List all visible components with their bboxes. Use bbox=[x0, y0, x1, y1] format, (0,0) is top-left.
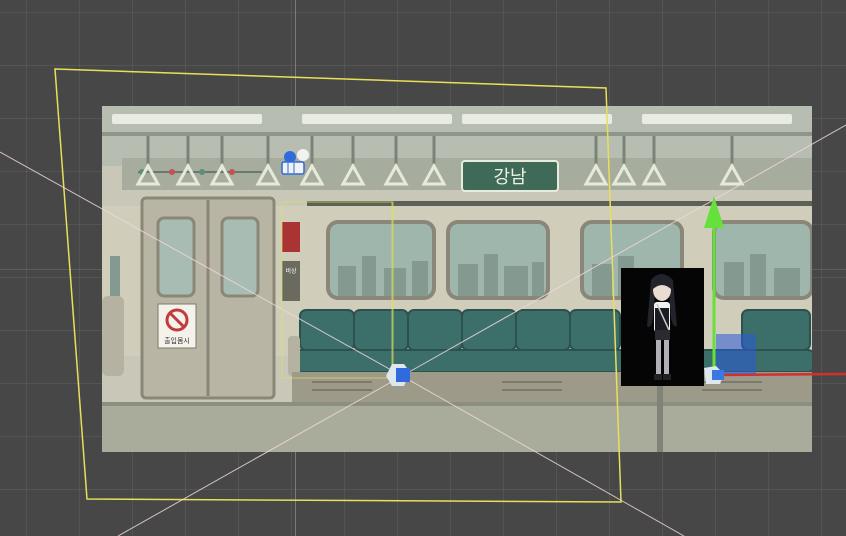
subway-background-sprite[interactable]: 강남 출입몸시 비상 bbox=[102, 106, 812, 452]
ceiling-light bbox=[112, 114, 262, 124]
ceiling-light bbox=[462, 114, 612, 124]
character-sprite[interactable] bbox=[621, 268, 704, 386]
grab-pole bbox=[657, 376, 663, 452]
scene-viewport[interactable]: 강남 출입몸시 비상 bbox=[0, 0, 846, 536]
door-window bbox=[156, 216, 196, 298]
door-window bbox=[220, 216, 260, 298]
emergency-panel bbox=[282, 222, 300, 252]
no-entry-text: 출입몸시 bbox=[164, 336, 190, 345]
intercom-panel bbox=[282, 261, 300, 301]
subway-car-illustration: 강남 출입몸시 비상 bbox=[102, 106, 812, 452]
seat-base bbox=[292, 372, 812, 402]
car-floor bbox=[102, 402, 812, 452]
armrest bbox=[288, 336, 300, 376]
ceiling-light bbox=[642, 114, 792, 124]
handrail-bar bbox=[102, 132, 812, 136]
side-armrest bbox=[102, 296, 124, 376]
character-figure bbox=[647, 274, 677, 380]
station-sign-label: 강남 bbox=[493, 167, 526, 188]
emergency-text: 비상 bbox=[285, 267, 297, 275]
ceiling-light bbox=[302, 114, 452, 124]
